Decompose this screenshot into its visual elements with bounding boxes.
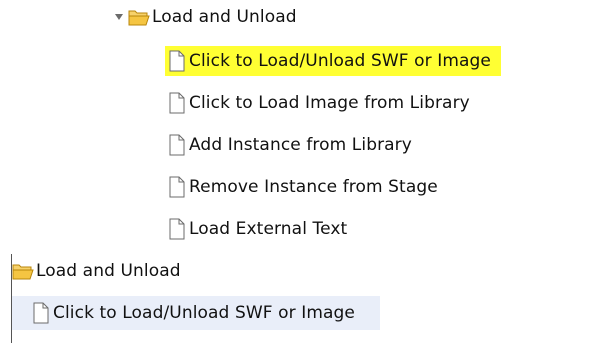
tree-item-remove-instance[interactable]: Remove Instance from Stage: [168, 172, 438, 202]
tree-item-selected[interactable]: Click to Load/Unload SWF or Image: [12, 296, 380, 330]
tree-item-label: Click to Load/Unload SWF or Image: [53, 303, 355, 323]
folder-open-icon: [12, 262, 34, 280]
tree-item-label: Click to Load/Unload SWF or Image: [189, 51, 491, 71]
tree-folder-load-and-unload[interactable]: Load and Unload: [112, 2, 297, 32]
tree-item-label: Load External Text: [189, 219, 348, 239]
document-icon: [168, 218, 186, 240]
document-icon: [32, 302, 50, 324]
document-icon: [168, 50, 186, 72]
tree-folder-load-and-unload[interactable]: Load and Unload: [12, 256, 181, 286]
folder-label: Load and Unload: [36, 261, 181, 281]
document-icon: [168, 176, 186, 198]
document-icon: [168, 92, 186, 114]
tree-item-add-instance[interactable]: Add Instance from Library: [168, 130, 412, 160]
expand-arrow-icon[interactable]: [112, 10, 126, 24]
folder-open-icon: [128, 8, 150, 26]
document-icon: [168, 134, 186, 156]
tree-item-load-unload-swf[interactable]: Click to Load/Unload SWF or Image: [165, 46, 501, 76]
tree-item-load-image-library[interactable]: Click to Load Image from Library: [168, 88, 470, 118]
tree-item-load-external-text[interactable]: Load External Text: [168, 214, 347, 244]
lower-tree-panel: Load and Unload Click to Load/Unload SWF…: [0, 254, 380, 343]
folder-label: Load and Unload: [152, 7, 297, 27]
tree-item-label: Remove Instance from Stage: [189, 177, 438, 197]
tree-item-label: Add Instance from Library: [189, 135, 412, 155]
tree-item-label: Click to Load Image from Library: [189, 93, 470, 113]
